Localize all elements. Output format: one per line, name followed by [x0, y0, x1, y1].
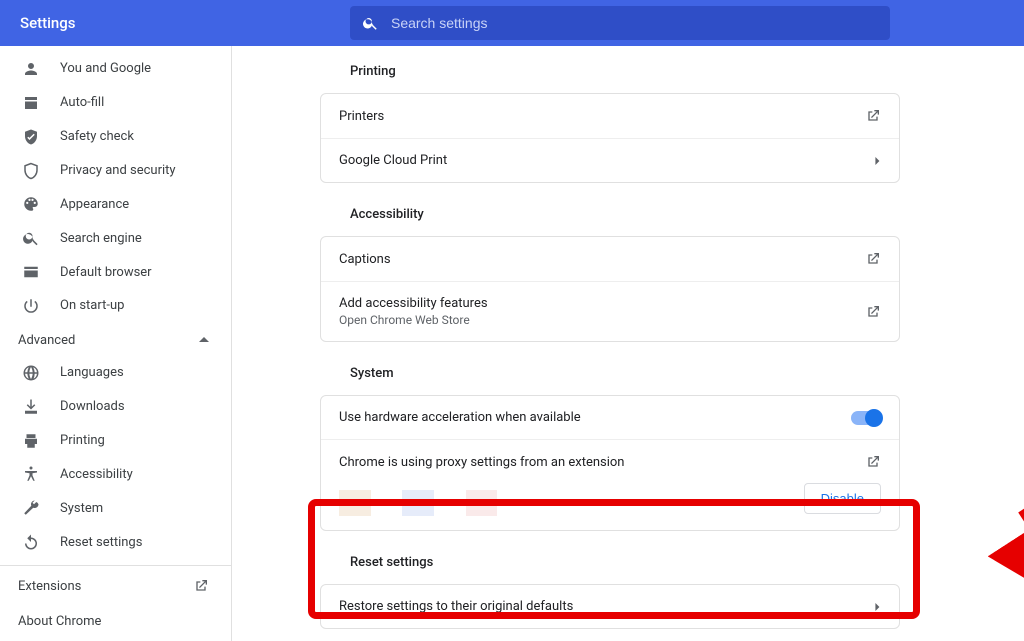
sidebar-item-label: Safety check	[60, 129, 134, 144]
sidebar-item-search-engine[interactable]: Search engine	[0, 221, 231, 255]
add-a11y-features-row[interactable]: Add accessibility features Open Chrome W…	[321, 281, 899, 341]
download-icon	[22, 398, 40, 416]
sidebar-item-label: Languages	[60, 365, 124, 380]
sidebar-advanced-label: Advanced	[18, 333, 75, 348]
safety-icon	[22, 128, 40, 146]
sidebar-item-label: System	[60, 501, 103, 516]
a11y-icon	[22, 465, 40, 483]
sidebar-item-printing[interactable]: Printing	[0, 424, 231, 458]
sidebar-item-label: Default browser	[60, 265, 152, 280]
chevron-right-icon	[873, 157, 881, 165]
system-card: Use hardware acceleration when available…	[320, 395, 900, 531]
add-a11y-label: Add accessibility features	[339, 296, 865, 311]
disable-button[interactable]: Disable	[804, 483, 881, 514]
sidebar-item-privacy[interactable]: Privacy and security	[0, 154, 231, 188]
browser-icon	[22, 263, 40, 281]
reset-icon	[22, 533, 40, 551]
google-cloud-print-row[interactable]: Google Cloud Print	[321, 138, 899, 182]
chevron-up-icon	[199, 335, 209, 345]
sidebar-item-label: Printing	[60, 433, 105, 448]
accessibility-card: Captions Add accessibility features Open…	[320, 236, 900, 342]
section-a11y-title: Accessibility	[350, 207, 900, 222]
sidebar-advanced-toggle[interactable]: Advanced	[0, 323, 231, 356]
open-external-icon	[193, 578, 209, 594]
extension-strip	[339, 490, 529, 516]
page-title: Settings	[0, 14, 200, 32]
sidebar-item-you-and-google[interactable]: You and Google	[0, 52, 231, 86]
sidebar-item-label: Appearance	[60, 197, 129, 212]
sidebar-item-label: Accessibility	[60, 467, 133, 482]
open-external-icon	[865, 251, 881, 267]
sidebar-item-label: Downloads	[60, 399, 125, 414]
sidebar-item-appearance[interactable]: Appearance	[0, 187, 231, 221]
search-engine-icon	[22, 229, 40, 247]
sidebar-item-label: Auto-fill	[60, 95, 104, 110]
captions-row[interactable]: Captions	[321, 237, 899, 281]
search-input[interactable]	[391, 15, 878, 31]
open-external-icon	[865, 108, 881, 124]
autofill-icon	[22, 94, 40, 112]
open-external-icon	[865, 454, 881, 470]
sidebar-item-system[interactable]: System	[0, 491, 231, 525]
wrench-icon	[22, 499, 40, 517]
sidebar-item-label: Privacy and security	[60, 163, 176, 178]
captions-label: Captions	[339, 252, 865, 267]
sidebar-item-reset[interactable]: Reset settings	[0, 525, 231, 559]
hw-accel-toggle[interactable]	[851, 411, 881, 425]
reset-card: Restore settings to their original defau…	[320, 584, 900, 629]
search-box[interactable]	[350, 6, 890, 40]
sidebar-extensions-label: Extensions	[18, 579, 81, 594]
printers-label: Printers	[339, 109, 865, 124]
proxy-row[interactable]: Chrome is using proxy settings from an e…	[321, 439, 899, 530]
print-icon	[22, 432, 40, 450]
search-icon	[362, 14, 379, 32]
restore-defaults-row[interactable]: Restore settings to their original defau…	[321, 585, 899, 628]
sidebar-item-startup[interactable]: On start-up	[0, 289, 231, 323]
sidebar-item-accessibility[interactable]: Accessibility	[0, 457, 231, 491]
sidebar-about-label: About Chrome	[18, 614, 101, 629]
proxy-label: Chrome is using proxy settings from an e…	[339, 455, 865, 470]
open-external-icon	[865, 304, 881, 320]
section-system-title: System	[350, 366, 900, 381]
sidebar-item-safety-check[interactable]: Safety check	[0, 120, 231, 154]
sidebar-item-downloads[interactable]: Downloads	[0, 390, 231, 424]
person-icon	[22, 60, 40, 78]
sidebar-item-label: You and Google	[60, 61, 151, 76]
sidebar-item-languages[interactable]: Languages	[0, 356, 231, 390]
sidebar-item-autofill[interactable]: Auto-fill	[0, 86, 231, 120]
printers-row[interactable]: Printers	[321, 94, 899, 138]
sidebar-extensions[interactable]: Extensions	[0, 566, 231, 606]
power-icon	[22, 297, 40, 315]
gcp-label: Google Cloud Print	[339, 153, 873, 168]
palette-icon	[22, 195, 40, 213]
globe-icon	[22, 364, 40, 382]
add-a11y-sub: Open Chrome Web Store	[339, 313, 865, 327]
printing-card: Printers Google Cloud Print	[320, 93, 900, 183]
sidebar-item-label: Reset settings	[60, 535, 142, 550]
hw-accel-label: Use hardware acceleration when available	[339, 410, 851, 425]
sidebar-about[interactable]: About Chrome	[0, 606, 231, 641]
section-reset-title: Reset settings	[350, 555, 900, 570]
header-bar: Settings	[0, 0, 1024, 46]
shield-icon	[22, 162, 40, 180]
sidebar-item-label: On start-up	[60, 298, 124, 313]
hw-accel-row[interactable]: Use hardware acceleration when available	[321, 396, 899, 439]
chevron-right-icon	[873, 603, 881, 611]
annotation-arrow-icon	[922, 500, 1024, 620]
sidebar-item-label: Search engine	[60, 231, 142, 246]
section-printing-title: Printing	[350, 64, 900, 79]
main-panel: Printing Printers Google Cloud Print Acc…	[232, 46, 1024, 641]
sidebar: You and Google Auto-fill Safety check Pr…	[0, 46, 232, 641]
sidebar-item-default-browser[interactable]: Default browser	[0, 255, 231, 289]
restore-defaults-label: Restore settings to their original defau…	[339, 599, 873, 614]
